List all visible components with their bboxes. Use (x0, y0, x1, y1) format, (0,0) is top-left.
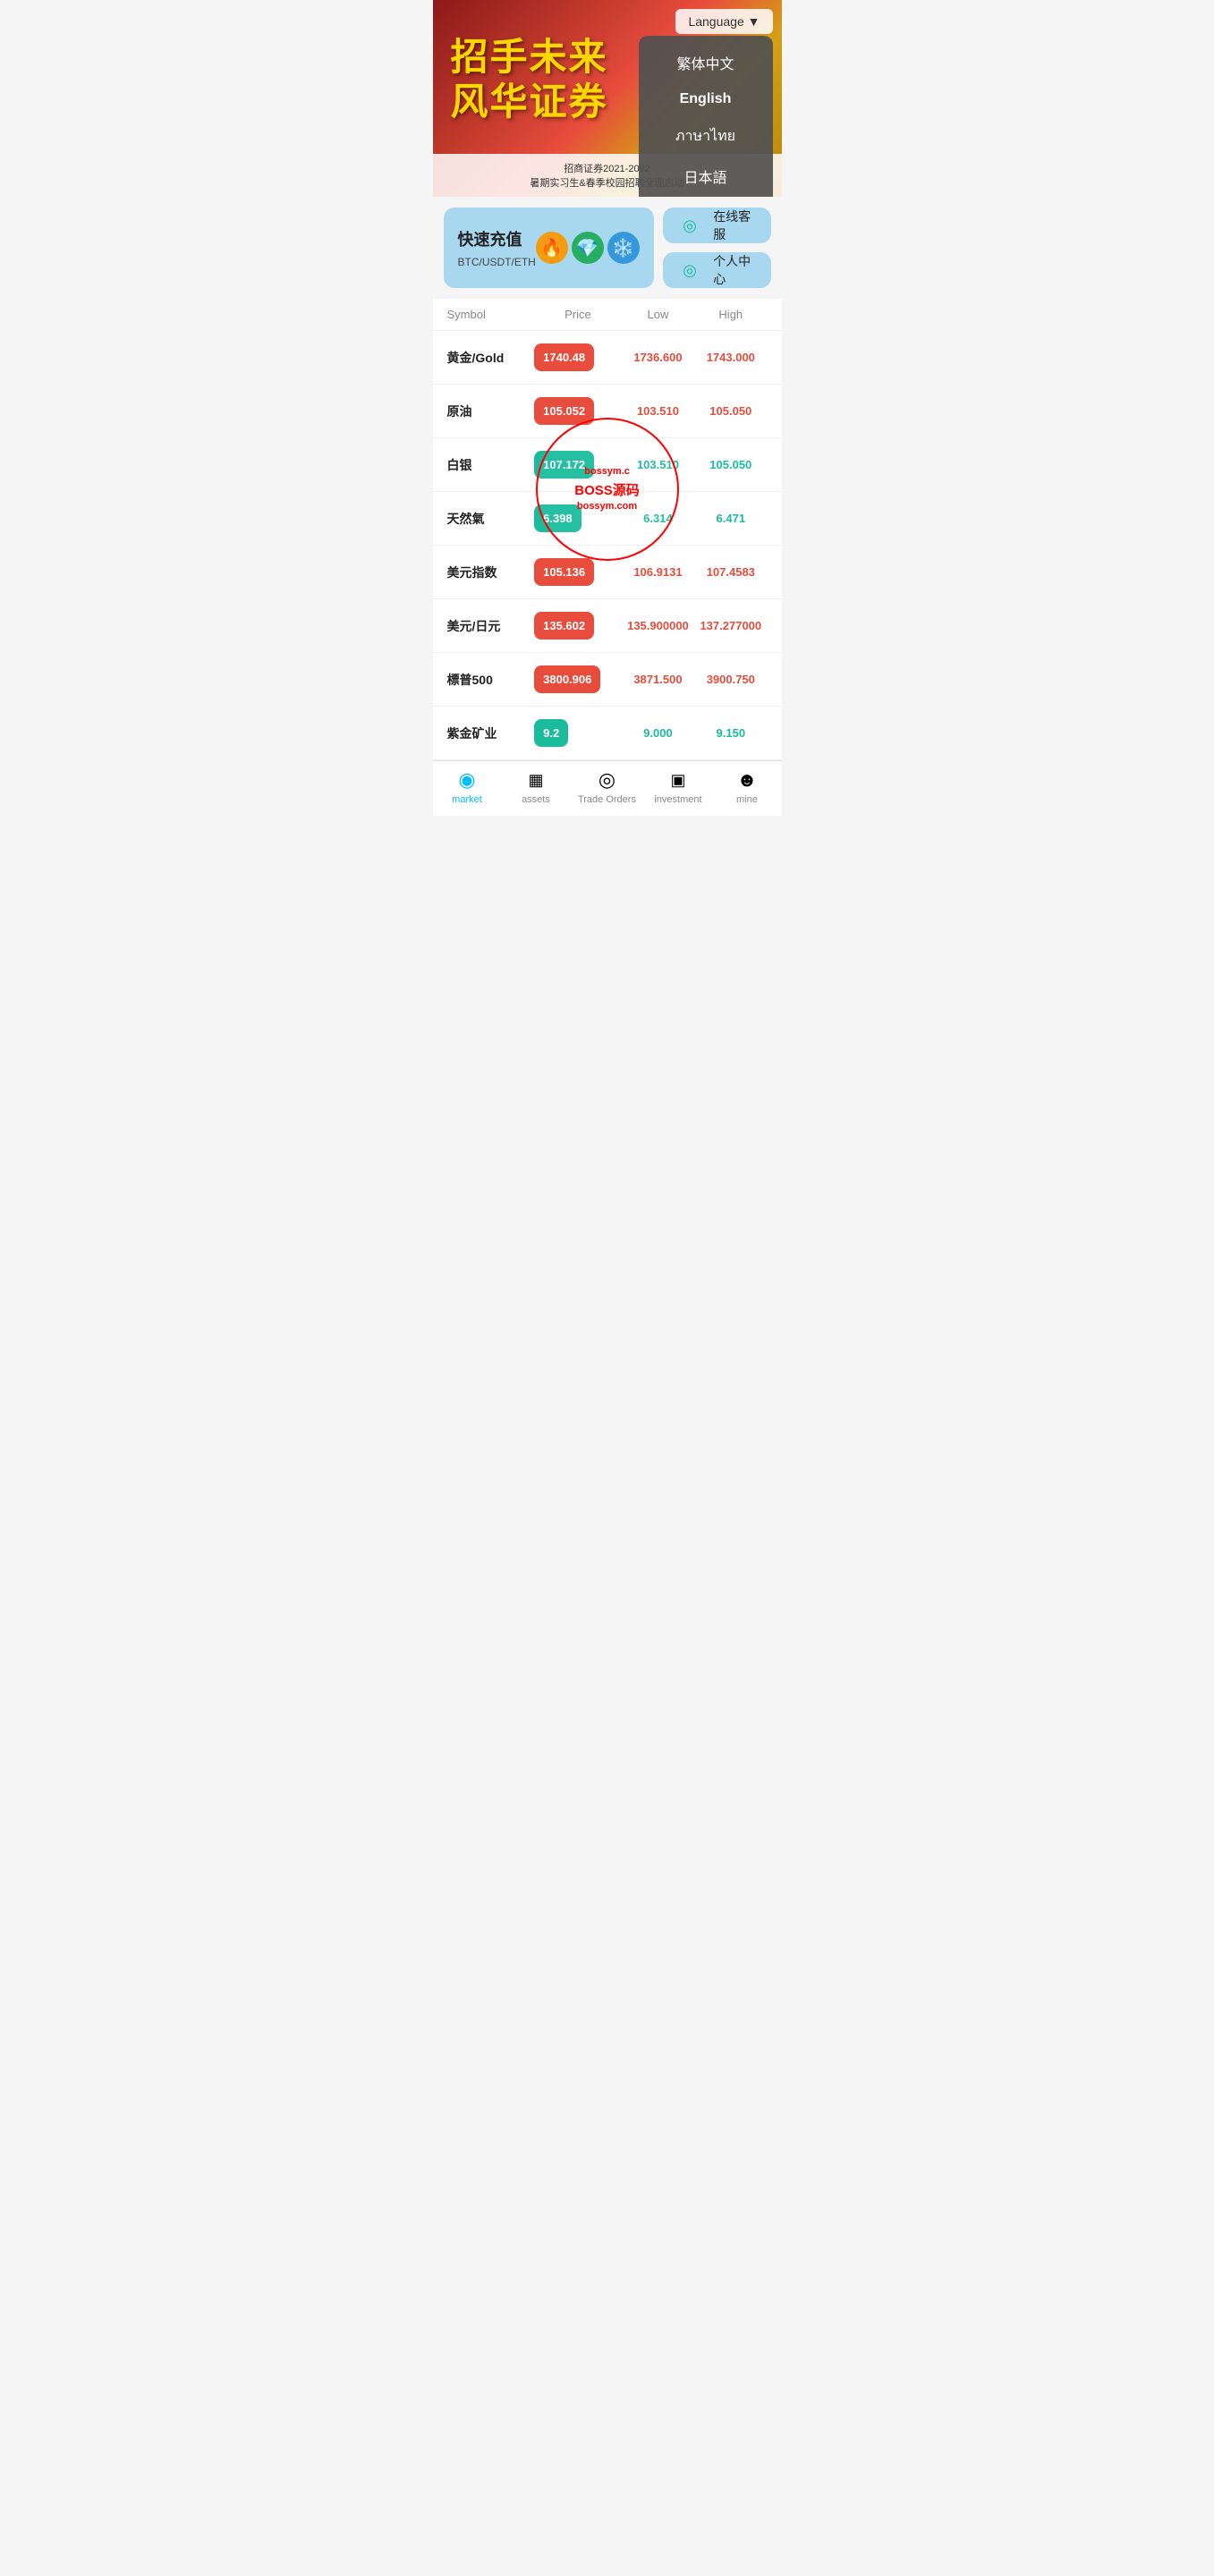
low-value-7: 9.000 (622, 726, 694, 740)
price-value-1: 105.052 (534, 397, 594, 425)
price-badge-5: 135.602 (534, 612, 622, 640)
nav-label-trade-orders: Trade Orders (578, 794, 636, 805)
symbol-name-3: 天然氣 (447, 510, 535, 528)
bottom-nav: ◉ market ▦ assets ◎ Trade Orders ▣ inves… (433, 760, 782, 816)
table-row[interactable]: 原油 105.052 103.510 105.050 (433, 385, 782, 438)
header-low: Low (622, 308, 694, 321)
personal-center-icon: ◎ (675, 254, 704, 286)
banner: 招手未来 风华证券 招商证券2021-2022 暑期实习生&春季校园招聘全面启动… (433, 0, 782, 197)
lang-option-traditional-chinese[interactable]: 繁体中文 (639, 43, 773, 82)
header-symbol: Symbol (447, 308, 535, 321)
quick-recharge-sublabel: BTC/USDT/ETH (458, 256, 536, 268)
high-value-6: 3900.750 (694, 673, 767, 686)
quick-recharge-text: 快速充值 BTC/USDT/ETH (458, 227, 536, 268)
low-value-1: 103.510 (622, 404, 694, 418)
table-row[interactable]: 美元指数 105.136 106.9131 107.4583 (433, 546, 782, 599)
price-badge-2: 107.172 (534, 451, 622, 479)
quick-recharge-card[interactable]: 快速充值 BTC/USDT/ETH 🔥 💎 ❄️ (444, 208, 654, 288)
price-badge-3: 6.398 (534, 504, 622, 532)
lang-option-english[interactable]: English (639, 82, 773, 116)
page-wrapper: 招手未来 风华证券 招商证券2021-2022 暑期实习生&春季校园招聘全面启动… (433, 0, 782, 816)
high-value-7: 9.150 (694, 726, 767, 740)
table-row[interactable]: 白银 107.172 103.510 105.050 (433, 438, 782, 492)
symbol-name-1: 原油 (447, 402, 535, 420)
symbol-name-5: 美元/日元 (447, 617, 535, 635)
nav-item-mine[interactable]: ☻ mine (720, 768, 774, 805)
table-row[interactable]: 黄金/Gold 1740.48 1736.600 1743.000 (433, 331, 782, 385)
price-badge-4: 105.136 (534, 558, 622, 586)
price-value-2: 107.172 (534, 451, 594, 479)
mine-icon: ☻ (735, 768, 759, 792)
crypto-icon-usdt: ❄️ (607, 232, 640, 264)
price-value-6: 3800.906 (534, 665, 600, 693)
nav-item-trade-orders[interactable]: ◎ Trade Orders (578, 768, 636, 805)
price-badge-1: 105.052 (534, 397, 622, 425)
symbol-name-4: 美元指数 (447, 564, 535, 581)
nav-label-mine: mine (736, 794, 758, 805)
header-price: Price (534, 308, 622, 321)
price-value-3: 6.398 (534, 504, 582, 532)
lang-option-thai[interactable]: ภาษาไทย (639, 116, 773, 157)
customer-service-label: 在线客服 (713, 208, 758, 243)
personal-center-card[interactable]: ◎ 个人中心 (663, 252, 771, 288)
assets-icon: ▦ (524, 768, 548, 792)
high-value-3: 6.471 (694, 512, 767, 525)
price-badge-7: 9.2 (534, 719, 622, 747)
price-value-4: 105.136 (534, 558, 594, 586)
nav-label-investment: investment (654, 794, 701, 805)
table-row[interactable]: 標普500 3800.906 3871.500 3900.750 (433, 653, 782, 707)
market-icon: ◉ (455, 768, 479, 792)
nav-item-investment[interactable]: ▣ investment (651, 768, 705, 805)
banner-title-bottom: 风华证券 (451, 72, 608, 126)
table-row[interactable]: 紫金矿业 9.2 9.000 9.150 (433, 707, 782, 760)
nav-label-assets: assets (522, 794, 550, 805)
actions-row: 快速充值 BTC/USDT/ETH 🔥 💎 ❄️ ◎ 在线客服 ◎ 个人中心 (433, 197, 782, 293)
crypto-icons: 🔥 💎 ❄️ (536, 232, 640, 264)
symbol-name-0: 黄金/Gold (447, 349, 535, 367)
symbol-name-6: 標普500 (447, 671, 535, 689)
table-row[interactable]: 天然氣 6.398 6.314 6.471 (433, 492, 782, 546)
symbol-name-7: 紫金矿业 (447, 724, 535, 742)
high-value-2: 105.050 (694, 458, 767, 471)
price-value-0: 1740.48 (534, 343, 594, 371)
table-rows: 黄金/Gold 1740.48 1736.600 1743.000 原油 105… (433, 331, 782, 760)
low-value-2: 103.510 (622, 458, 694, 471)
customer-service-card[interactable]: ◎ 在线客服 (663, 208, 771, 243)
low-value-3: 6.314 (622, 512, 694, 525)
header-high: High (694, 308, 767, 321)
right-action-cards: ◎ 在线客服 ◎ 个人中心 (663, 208, 771, 288)
nav-item-assets[interactable]: ▦ assets (509, 768, 563, 805)
low-value-5: 135.900000 (622, 619, 694, 632)
price-value-5: 135.602 (534, 612, 594, 640)
price-badge-0: 1740.48 (534, 343, 622, 371)
low-value-0: 1736.600 (622, 351, 694, 364)
low-value-4: 106.9131 (622, 565, 694, 579)
language-button[interactable]: Language ▼ (675, 9, 772, 34)
high-value-4: 107.4583 (694, 565, 767, 579)
table-row[interactable]: 美元/日元 135.602 135.900000 137.277000 (433, 599, 782, 653)
nav-item-market[interactable]: ◉ market (440, 768, 494, 805)
language-dropdown: 繁体中文 English ภาษาไทย 日本語 한국어 Français De… (639, 36, 773, 197)
crypto-icon-eth: 💎 (572, 232, 604, 264)
market-table: Symbol Price Low High 黄金/Gold 1740.48 17… (433, 299, 782, 760)
nav-label-market: market (452, 794, 482, 805)
lang-option-japanese[interactable]: 日本語 (639, 157, 773, 196)
trade-orders-icon: ◎ (595, 768, 618, 792)
investment-icon: ▣ (666, 768, 690, 792)
high-value-5: 137.277000 (694, 619, 767, 632)
high-value-0: 1743.000 (694, 351, 767, 364)
customer-service-icon: ◎ (675, 209, 704, 242)
quick-recharge-label: 快速充值 (458, 227, 536, 250)
personal-center-label: 个人中心 (713, 252, 758, 288)
high-value-1: 105.050 (694, 404, 767, 418)
low-value-6: 3871.500 (622, 673, 694, 686)
lang-option-korean[interactable]: 한국어 (639, 196, 773, 197)
price-value-7: 9.2 (534, 719, 568, 747)
crypto-icon-btc: 🔥 (536, 232, 568, 264)
price-badge-6: 3800.906 (534, 665, 622, 693)
symbol-name-2: 白银 (447, 456, 535, 474)
table-header: Symbol Price Low High (433, 299, 782, 331)
